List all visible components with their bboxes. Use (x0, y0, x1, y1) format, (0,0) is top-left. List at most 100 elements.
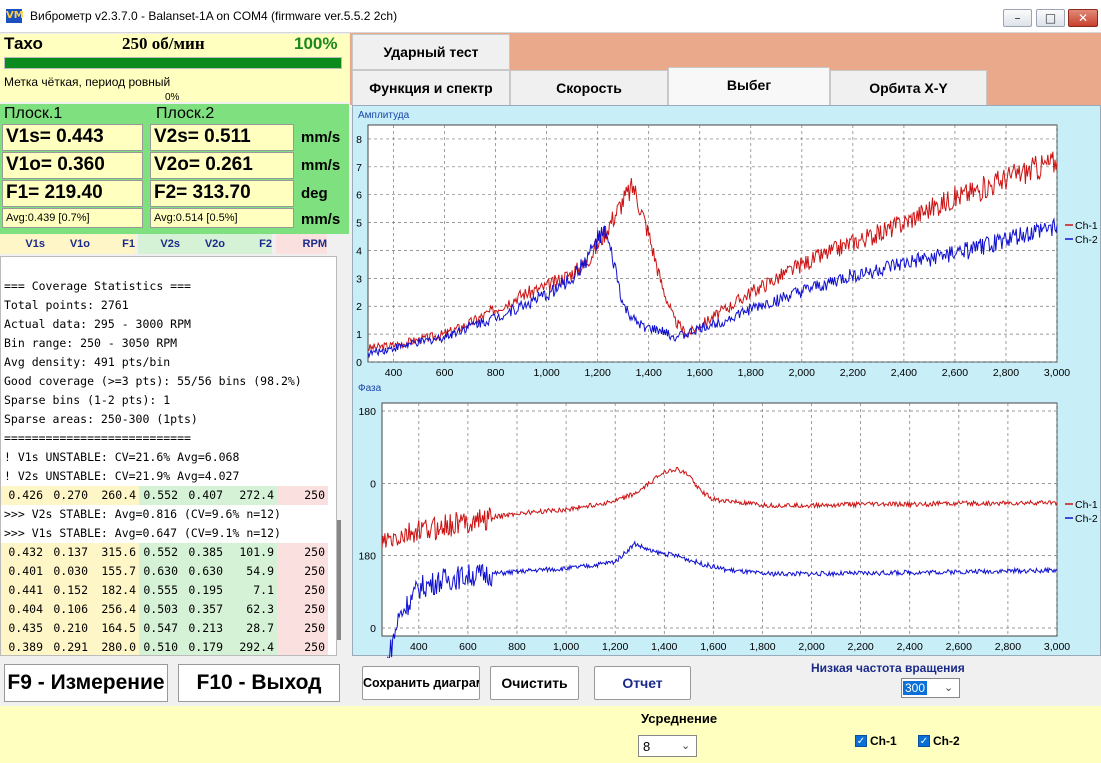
averaging-value: 8 (643, 739, 651, 754)
tab-orbit[interactable]: Орбита X-Y (830, 70, 987, 106)
v2o-value: V2o= 0.261 (150, 152, 294, 179)
plane2-label: Плоск.2 (156, 105, 215, 122)
y-tick-label: 0 (370, 478, 376, 490)
unit-label: mm/s (301, 211, 341, 228)
table-cell: 164.5 (91, 619, 139, 638)
ch1-checkbox[interactable]: ✓ (855, 735, 867, 747)
x-tick-label: 2,200 (847, 641, 873, 653)
plane2-avg: Avg:0.514 [0.5%] (150, 208, 294, 228)
table-cell: 250 (277, 543, 328, 562)
legend-label: Ch-1 (1075, 499, 1098, 511)
rpm-value: 250 об/мин (122, 34, 205, 53)
unit-label: deg (301, 185, 328, 202)
stats-line: ! V1s UNSTABLE: CV=21.6% Avg=6.068 (4, 450, 240, 464)
table-cell: 0.270 (46, 486, 91, 505)
averaging-label: Усреднение (641, 711, 718, 726)
x-tick-label: 1,600 (700, 641, 726, 653)
chevron-down-icon: ⌄ (944, 681, 954, 694)
x-tick-label: 1,400 (651, 641, 677, 653)
x-tick-label: 2,600 (946, 641, 972, 653)
table-cell: 0.401 (1, 562, 46, 581)
tab-speed[interactable]: Скорость (510, 70, 668, 106)
x-tick-label: 400 (385, 367, 403, 379)
stats-scrollbar-thumb[interactable] (337, 520, 341, 640)
table-cell: 0.552 (139, 486, 181, 505)
table-cell: 250 (277, 619, 328, 638)
table-cell: 0.426 (1, 486, 46, 505)
x-tick-label: 3,000 (1044, 641, 1070, 653)
stats-line: === Coverage Statistics === (4, 279, 191, 293)
x-tick-label: 3,000 (1044, 367, 1070, 379)
plane1-label: Плоск.1 (4, 105, 63, 122)
clear-button[interactable]: Очистить (490, 666, 579, 700)
table-cell: 0.555 (139, 581, 181, 600)
y-tick-label: 3 (356, 273, 362, 285)
averaging-select[interactable]: 8 ⌄ (638, 735, 697, 757)
y-tick-label: 1 (356, 329, 362, 341)
table-cell: 0.630 (139, 562, 181, 581)
v1s-value: V1s= 0.443 (2, 124, 143, 151)
table-cell: 250 (277, 562, 328, 581)
table-cell: 101.9 (226, 543, 277, 562)
table-cell: 0.291 (46, 638, 91, 655)
column-header: V2o (180, 234, 225, 254)
stats-line: >>> V2s STABLE: Avg=0.816 (CV=9.6% n=12) (4, 507, 281, 521)
save-chart-button[interactable]: Сохранить диаграмму (362, 666, 480, 700)
column-header: V1o (45, 234, 90, 254)
table-cell: 250 (277, 581, 328, 600)
table-cell: 272.4 (226, 486, 277, 505)
table-row: 0.441 0.152 182.4 0.555 0.195 7.1 250 (1, 581, 336, 600)
exit-button[interactable]: F10 - Выход (178, 664, 340, 702)
stats-line: =========================== (4, 431, 191, 445)
report-button[interactable]: Отчет (594, 666, 691, 700)
stats-line: >>> V1s STABLE: Avg=0.647 (CV=9.1% n=12) (4, 526, 281, 540)
unit-label: mm/s (301, 129, 341, 146)
x-tick-label: 2,400 (897, 641, 923, 653)
x-tick-label: 2,200 (840, 367, 866, 379)
y-tick-label: 2 (356, 301, 362, 313)
tab-rundown[interactable]: Выбег (668, 67, 830, 106)
table-cell: 292.4 (226, 638, 277, 655)
signal-progress-fill (5, 58, 341, 68)
close-icon[interactable]: ✕ (1068, 9, 1098, 27)
stats-line: Total points: 2761 (4, 298, 129, 312)
table-cell: 28.7 (226, 619, 277, 638)
table-cell: 54.9 (226, 562, 277, 581)
y-tick-label: 6 (356, 190, 362, 202)
plane1-avg: Avg:0.439 [0.7%] (2, 208, 143, 228)
table-cell: 315.6 (91, 543, 139, 562)
y-tick-label: 180 (358, 406, 376, 418)
table-cell: 0.432 (1, 543, 46, 562)
ch2-checkbox[interactable]: ✓ (918, 735, 930, 747)
tab-function-spectrum[interactable]: Функция и спектр (352, 70, 510, 106)
x-tick-label: 800 (508, 641, 526, 653)
table-cell: 0.441 (1, 581, 46, 600)
y-tick-label: 4 (356, 245, 362, 257)
table-cell: 260.4 (91, 486, 139, 505)
table-row: 0.426 0.270 260.4 0.552 0.407 272.4 250 (1, 486, 336, 505)
table-cell: 0.630 (181, 562, 226, 581)
x-tick-label: 600 (436, 367, 454, 379)
x-tick-label: 400 (410, 641, 428, 653)
maximize-icon[interactable]: □ (1036, 9, 1065, 27)
x-tick-label: 2,800 (995, 641, 1021, 653)
low-speed-label: Низкая частота вращения (811, 661, 965, 675)
x-tick-label: 2,800 (993, 367, 1019, 379)
ch1-checkbox-label: Ch-1 (870, 734, 897, 748)
minimize-icon[interactable]: – (1003, 9, 1032, 27)
tab-impact-test[interactable]: Ударный тест (352, 34, 510, 70)
table-cell: 250 (277, 486, 328, 505)
table-row: 0.404 0.106 256.4 0.503 0.357 62.3 250 (1, 600, 336, 619)
mark-status-text: Метка чёткая, период ровный (4, 75, 171, 89)
table-cell: 0.179 (181, 638, 226, 655)
column-header: RPM (276, 234, 327, 254)
unit-label: mm/s (301, 157, 341, 174)
low-speed-select[interactable]: 300 ⌄ (901, 678, 960, 698)
y-tick-label: 0 (370, 623, 376, 635)
table-row: 0.435 0.210 164.5 0.547 0.213 28.7 250 (1, 619, 336, 638)
table-cell: 0.552 (139, 543, 181, 562)
x-tick-label: 1,200 (602, 641, 628, 653)
stats-log[interactable]: === Coverage Statistics === Total points… (0, 256, 337, 656)
x-tick-label: 1,600 (687, 367, 713, 379)
measure-button[interactable]: F9 - Измерение (4, 664, 168, 702)
